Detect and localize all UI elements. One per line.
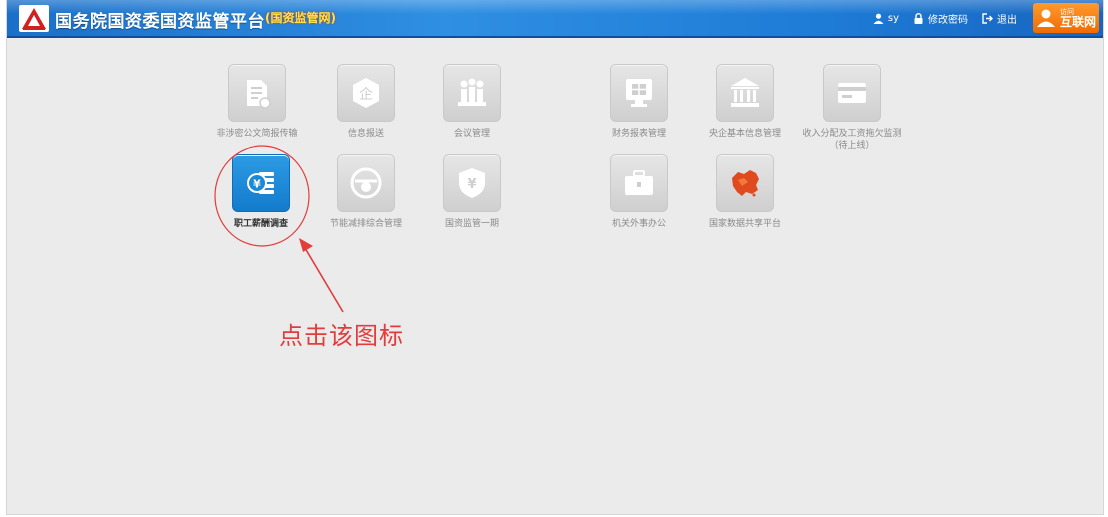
tile-label: 国资监管一期	[444, 219, 499, 229]
tile-salary-survey[interactable]: ¥ 职工薪酬调查	[211, 154, 311, 230]
app-frame: 国务院国资委国资监管平台 (国资监管网) sy 修改密码 退出 访问 互联网 非…	[6, 0, 1104, 515]
tile-label: 国家数据共享平台	[708, 219, 781, 229]
document-icon	[247, 80, 271, 109]
shield-yuan-icon: ¥	[459, 168, 485, 198]
tile-label: 机关外事办公	[611, 219, 666, 229]
arrow-head	[299, 238, 313, 252]
logo-icon	[19, 5, 49, 32]
tile-label: 信息报送	[347, 129, 384, 139]
monitor-icon	[626, 79, 652, 107]
tile-label: 会议管理	[453, 129, 490, 139]
logout-label: 退出	[997, 15, 1017, 26]
energy-icon	[350, 167, 382, 199]
svg-text:¥: ¥	[467, 177, 476, 192]
top-links: sy 修改密码 退出	[873, 11, 1017, 26]
change-password-label: 修改密码	[928, 15, 968, 26]
tile-label: 财务报表管理	[611, 129, 666, 139]
user-icon	[873, 13, 884, 24]
tile-label: 节能减排综合管理	[329, 219, 402, 229]
meeting-icon	[458, 78, 486, 106]
tile-label: 央企基本信息管理	[708, 129, 781, 139]
svg-text:¥: ¥	[253, 178, 261, 191]
tile-energy-saving[interactable]: 节能减排综合管理	[316, 154, 416, 230]
logout-link[interactable]: 退出	[982, 11, 1017, 26]
annotation-overlay	[214, 145, 344, 313]
tile-income-distribution[interactable]: 收入分配及工资拖欠监测（待上线）	[802, 64, 902, 152]
arrow-line	[304, 247, 344, 313]
person-globe-icon	[1036, 9, 1055, 27]
enterprise-icon: 企	[353, 78, 379, 108]
top-header: 国务院国资委国资监管平台 (国资监管网) sy 修改密码 退出 访问 互联网	[7, 0, 1103, 38]
svg-text:企: 企	[359, 86, 373, 103]
briefcase-icon	[625, 170, 653, 195]
tile-finance-report[interactable]: 财务报表管理	[589, 64, 689, 140]
user-link[interactable]: sy	[873, 13, 899, 24]
china-map-icon	[732, 170, 759, 197]
tile-data-sharing[interactable]: 国家数据共享平台	[695, 154, 795, 230]
tile-soa-phase1[interactable]: ¥ 国资监管一期	[422, 154, 522, 230]
logout-icon	[982, 13, 993, 24]
internet-access-button[interactable]: 访问 互联网	[1033, 3, 1099, 33]
tile-soe-info[interactable]: 央企基本信息管理	[695, 64, 795, 140]
tile-label: 职工薪酬调查	[233, 219, 288, 229]
tile-document-transfer[interactable]: 非涉密公文简报传输	[207, 64, 307, 140]
lock-icon	[914, 13, 923, 24]
change-password-link[interactable]: 修改密码	[913, 11, 968, 26]
annotation-text: 点击该图标	[279, 322, 404, 350]
tile-label: 非涉密公文简报传输	[216, 129, 298, 139]
tile-info-report[interactable]: 企 信息报送	[316, 64, 416, 140]
username: sy	[887, 13, 899, 24]
internet-badge-label: 互联网	[1059, 14, 1096, 29]
building-icon	[731, 78, 759, 107]
card-icon	[838, 83, 866, 103]
tile-foreign-affairs[interactable]: 机关外事办公	[589, 154, 689, 230]
platform-subtitle: (国资监管网)	[265, 11, 336, 25]
salary-coin-icon: ¥	[247, 172, 274, 194]
platform-title: 国务院国资委国资监管平台	[55, 12, 265, 32]
tile-meeting[interactable]: 会议管理	[422, 64, 522, 140]
tile-label: 收入分配及工资拖欠监测（待上线）	[802, 129, 902, 151]
